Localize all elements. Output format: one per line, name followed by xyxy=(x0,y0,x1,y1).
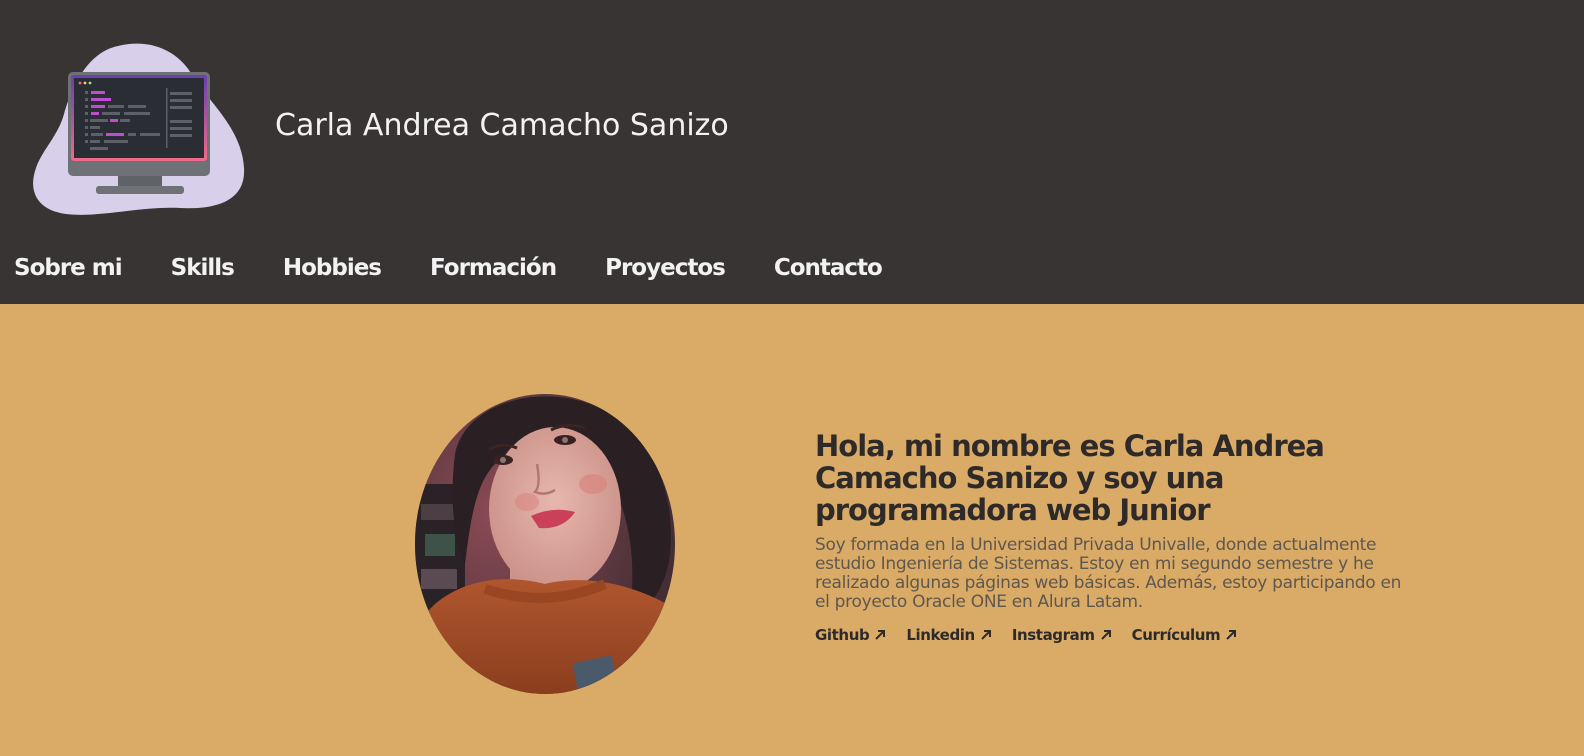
nav-item-formacion[interactable]: Formación xyxy=(430,255,557,281)
instagram-link-label: Instagram xyxy=(1011,626,1095,644)
computer-monitor-code-icon xyxy=(33,43,245,215)
nav-item-sobre-mi[interactable]: Sobre mi xyxy=(14,255,123,281)
linkedin-link[interactable]: Linkedin xyxy=(906,626,991,644)
linkedin-link-label: Linkedin xyxy=(906,626,975,644)
social-links: Github Linkedin Instagram Currículum xyxy=(815,626,1415,644)
nav-item-contacto[interactable]: Contacto xyxy=(774,255,883,281)
main-nav: Sobre mi Skills Hobbies Formación Proyec… xyxy=(0,248,917,288)
curriculum-link-label: Currículum xyxy=(1131,626,1221,644)
arrow-up-right-icon xyxy=(875,630,886,640)
arrow-up-right-icon xyxy=(1100,630,1111,640)
nav-item-proyectos[interactable]: Proyectos xyxy=(605,255,726,281)
intro-heading: Hola, mi nombre es Carla Andrea Camacho … xyxy=(815,429,1325,527)
arrow-up-right-icon xyxy=(981,630,991,640)
nav-item-hobbies[interactable]: Hobbies xyxy=(283,255,382,281)
github-link[interactable]: Github xyxy=(815,626,886,644)
hero-section: Hola, mi nombre es Carla Andrea Camacho … xyxy=(0,304,1584,756)
intro-block: Hola, mi nombre es Carla Andrea Camacho … xyxy=(815,430,1415,644)
github-link-label: Github xyxy=(815,626,870,644)
instagram-link[interactable]: Instagram xyxy=(1012,626,1112,644)
site-title: Carla Andrea Camacho Sanizo xyxy=(275,108,729,143)
site-header: Carla Andrea Camacho Sanizo Sobre mi Ski… xyxy=(0,0,1584,304)
profile-photo xyxy=(415,394,675,694)
intro-description: Soy formada en la Universidad Privada Un… xyxy=(815,535,1402,612)
arrow-up-right-icon xyxy=(1226,630,1237,640)
curriculum-link[interactable]: Currículum xyxy=(1132,626,1238,644)
nav-item-skills[interactable]: Skills xyxy=(171,255,235,281)
